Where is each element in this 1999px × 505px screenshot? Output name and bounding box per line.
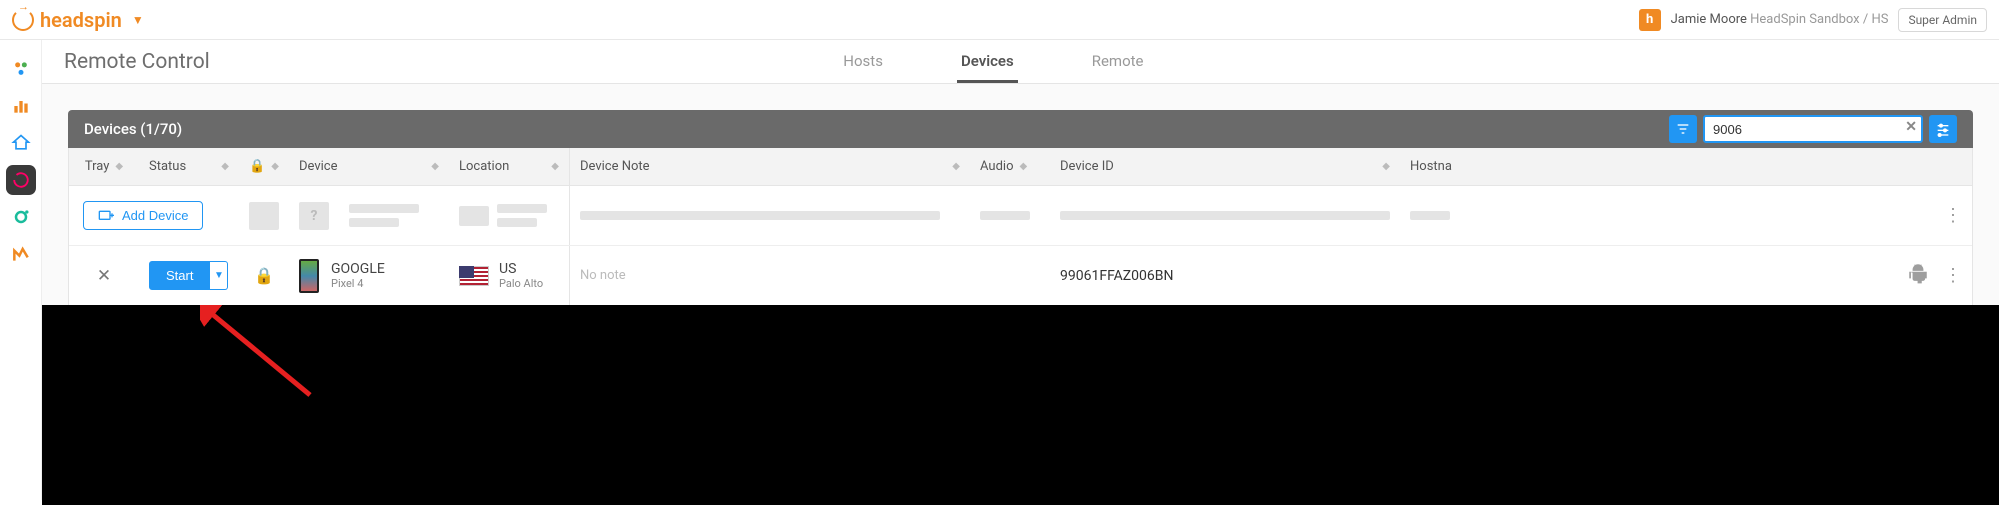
user-label: Jamie Moore HeadSpin Sandbox / HS bbox=[1671, 12, 1889, 27]
role-badge[interactable]: Super Admin bbox=[1898, 8, 1987, 32]
sort-icon: ◆ bbox=[431, 161, 439, 172]
table-header-row: Tray◆ Status◆ 🔒◆ Device◆ Location◆ Devic… bbox=[69, 148, 1972, 186]
rail-item-poco[interactable] bbox=[6, 202, 36, 232]
col-deviceid[interactable]: Device ID◆ bbox=[1050, 151, 1400, 182]
chevron-down-icon[interactable]: ▼ bbox=[132, 13, 144, 27]
col-status[interactable]: Status◆ bbox=[139, 151, 239, 182]
tab-hosts[interactable]: Hosts bbox=[839, 42, 887, 83]
table-row-device: ✕ Start ▼ 🔒 GOOGLE Pixel bbox=[69, 246, 1972, 306]
tray-remove-icon[interactable]: ✕ bbox=[97, 266, 111, 286]
rail-item-analytics[interactable] bbox=[6, 91, 36, 121]
skeleton: ? bbox=[299, 202, 329, 230]
devices-panel-title: Devices (1/70) bbox=[84, 120, 182, 138]
lock-header-icon: 🔒 bbox=[249, 159, 265, 174]
skeleton bbox=[349, 204, 419, 213]
rail-item-org[interactable] bbox=[6, 54, 36, 84]
sort-icon: ◆ bbox=[115, 161, 123, 172]
skeleton bbox=[1410, 211, 1450, 220]
skeleton bbox=[459, 206, 489, 226]
tab-remote[interactable]: Remote bbox=[1088, 42, 1148, 83]
search-input[interactable] bbox=[1703, 115, 1923, 143]
rail-item-m[interactable] bbox=[6, 239, 36, 269]
tabs: Hosts Devices Remote bbox=[839, 42, 1147, 83]
device-id-value: 99061FFAZ006BN bbox=[1060, 268, 1174, 284]
location-label: US Palo Alto bbox=[499, 261, 543, 290]
col-note[interactable]: Device Note◆ bbox=[570, 151, 970, 182]
skeleton bbox=[1060, 211, 1390, 220]
sort-icon: ◆ bbox=[952, 161, 960, 172]
top-header-right: h Jamie Moore HeadSpin Sandbox / HS Supe… bbox=[1639, 8, 1987, 32]
top-header: headspin ▼ h Jamie Moore HeadSpin Sandbo… bbox=[0, 0, 1999, 40]
row-menu-icon[interactable]: ⋮ bbox=[1944, 265, 1962, 286]
filter-button[interactable] bbox=[1669, 115, 1697, 143]
skeleton bbox=[349, 218, 399, 227]
search-box: ✕ bbox=[1703, 115, 1923, 143]
col-location[interactable]: Location◆ bbox=[449, 151, 569, 182]
devices-table: Tray◆ Status◆ 🔒◆ Device◆ Location◆ Devic… bbox=[68, 148, 1973, 307]
skeleton bbox=[497, 204, 547, 213]
rail-item-remote-control[interactable] bbox=[6, 128, 36, 158]
settings-button[interactable] bbox=[1929, 115, 1957, 143]
device-note[interactable]: No note bbox=[580, 268, 626, 283]
org-name: HeadSpin Sandbox / HS bbox=[1750, 12, 1888, 27]
add-device-icon bbox=[98, 209, 114, 223]
headspin-logo-icon bbox=[12, 9, 34, 31]
skeleton bbox=[980, 211, 1030, 220]
col-lock[interactable]: 🔒◆ bbox=[239, 151, 289, 182]
clear-search-icon[interactable]: ✕ bbox=[1905, 119, 1917, 135]
table-row-add: Add Device ? bbox=[69, 186, 1972, 246]
sort-icon: ◆ bbox=[551, 161, 559, 172]
logo-text: headspin bbox=[40, 8, 122, 32]
page-header: Remote Control Hosts Devices Remote bbox=[42, 40, 1999, 84]
sort-icon: ◆ bbox=[1382, 161, 1390, 172]
skeleton bbox=[580, 211, 940, 220]
device-thumbnail bbox=[299, 259, 319, 293]
company-icon: h bbox=[1639, 9, 1661, 31]
devices-panel-header: Devices (1/70) ✕ bbox=[68, 110, 1973, 148]
mask bbox=[42, 305, 1999, 505]
us-flag-icon bbox=[459, 266, 489, 286]
col-device[interactable]: Device◆ bbox=[289, 151, 449, 182]
android-icon bbox=[1908, 262, 1928, 289]
skeleton bbox=[497, 218, 537, 227]
page-title: Remote Control bbox=[64, 50, 210, 74]
col-hostname[interactable]: Hostna bbox=[1400, 151, 1460, 182]
col-tray[interactable]: Tray◆ bbox=[69, 151, 139, 182]
tab-devices[interactable]: Devices bbox=[957, 42, 1018, 83]
lock-icon[interactable]: 🔒 bbox=[254, 266, 274, 285]
sort-icon: ◆ bbox=[221, 161, 229, 172]
sort-icon: ◆ bbox=[271, 161, 279, 172]
start-button[interactable]: Start bbox=[149, 261, 210, 290]
row-menu-icon[interactable]: ⋮ bbox=[1944, 205, 1962, 226]
start-dropdown-caret[interactable]: ▼ bbox=[210, 261, 228, 290]
col-audio[interactable]: Audio◆ bbox=[970, 151, 1050, 182]
skeleton bbox=[249, 202, 279, 230]
sort-icon: ◆ bbox=[1019, 161, 1027, 172]
user-name: Jamie Moore bbox=[1671, 12, 1747, 27]
left-nav-rail bbox=[0, 40, 42, 500]
add-device-button[interactable]: Add Device bbox=[83, 201, 203, 230]
rail-item-replay[interactable] bbox=[6, 165, 36, 195]
start-button-group: Start ▼ bbox=[149, 261, 228, 290]
device-label: GOOGLE Pixel 4 bbox=[331, 261, 385, 290]
logo[interactable]: headspin ▼ bbox=[12, 8, 144, 32]
